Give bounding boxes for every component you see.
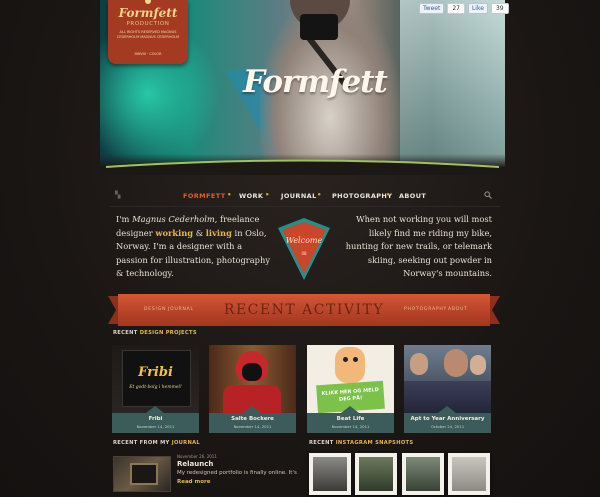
welcome-diamond: Welcome 08 <box>278 218 330 280</box>
highlight-working: working <box>155 227 194 238</box>
nav-separator: • <box>227 191 232 199</box>
intro-right-text: When not working you will most likely fi… <box>345 214 492 278</box>
instagram-photo[interactable] <box>448 453 490 495</box>
nav-separator: • <box>386 191 391 199</box>
instagram-photo[interactable] <box>402 453 444 495</box>
camera-shape <box>300 14 338 40</box>
project-card-beat-life[interactable]: KLIKK HER OG MELD DEG PÅ! Beat Life Nove… <box>307 345 394 433</box>
main-nav: ▚ FORMFETT • WORK • JOURNAL • PHOTOGRAPH… <box>115 190 495 202</box>
instagram-photo[interactable] <box>355 453 397 495</box>
search-icon[interactable] <box>484 191 492 199</box>
project-caption: Apt to Year Anniversary October 24, 2011 <box>404 413 491 433</box>
project-card-salte-bockere[interactable]: Salte Bockere November 14, 2011 <box>209 345 296 433</box>
journal-date: November 26, 2011 <box>177 454 217 459</box>
read-more-link[interactable]: Read more <box>177 479 210 485</box>
hero-curve <box>100 159 505 175</box>
like-count: 39 <box>490 3 509 14</box>
project-thumb <box>209 345 296 413</box>
site-logo[interactable]: Formfett <box>243 64 388 108</box>
fribi-logo-text: Fribi <box>138 365 173 380</box>
author-name: Magnus Cederholm <box>132 214 215 224</box>
nav-divider <box>110 206 500 207</box>
social-buttons: Tweet 27 Like 39 <box>419 3 509 14</box>
welcome-sub: 08 <box>301 251 307 256</box>
journal-label: RECENT FROM MY JOURNAL <box>113 440 201 446</box>
nav-item-about[interactable]: ABOUT <box>399 192 426 200</box>
tweet-count: 27 <box>447 3 465 14</box>
badge-subtitle: PRODUCTION <box>126 21 170 27</box>
journal-thumb[interactable] <box>113 456 171 492</box>
highlight-living: living <box>205 227 232 238</box>
badge-lines: ALL RIGHTS RESERVED MAGNUS CEDERHOLM MAG… <box>116 30 180 39</box>
journal-excerpt: My redesigned portfolio is finally onlin… <box>177 470 297 476</box>
project-thumb: Fribi Et godt-bolg i hemmel! <box>112 345 199 413</box>
nav-item-photography[interactable]: PHOTOGRAPHY <box>332 192 392 200</box>
project-card-anniversary[interactable]: Apt to Year Anniversary October 24, 2011 <box>404 345 491 433</box>
project-caption: Fribi November 14, 2011 <box>112 413 199 433</box>
nav-item-work[interactable]: WORK <box>239 192 263 200</box>
nav-item-formfett[interactable]: FORMFETT <box>183 192 226 200</box>
project-thumb <box>404 345 491 413</box>
journal-title[interactable]: Relaunch <box>177 460 213 468</box>
nav-separator: • <box>317 191 322 199</box>
welcome-text: Welcome <box>286 236 323 245</box>
project-caption: Beat Life November 14, 2011 <box>307 413 394 433</box>
banner-link-photography[interactable]: PHOTOGRAPHY <box>404 307 447 312</box>
banner-link-about[interactable]: ABOUT <box>448 307 468 312</box>
instagram-photo[interactable] <box>309 453 351 495</box>
like-button[interactable]: Like <box>467 3 488 14</box>
badge-title: Formfett <box>118 6 178 20</box>
tweet-button[interactable]: Tweet <box>419 3 445 14</box>
recent-activity-banner: DESIGN JOURNAL RECENT ACTIVITY PHOTOGRAP… <box>108 294 500 326</box>
project-thumb: KLIKK HER OG MELD DEG PÅ! <box>307 345 394 414</box>
instagram-label: RECENT INSTAGRAM SNAPSHOTS <box>309 440 414 446</box>
project-caption: Salte Bockere November 14, 2011 <box>209 413 296 433</box>
nav-marker-icon: ▚ <box>115 191 121 199</box>
nav-item-journal[interactable]: JOURNAL <box>281 192 317 200</box>
intro-left-text: I'm Magnus Cederholm, freelance designer… <box>116 214 271 278</box>
badge-footer: MMVIII · COLOR <box>134 52 162 56</box>
nav-separator: • <box>265 191 270 199</box>
production-badge: Formfett PRODUCTION ALL RIGHTS RESERVED … <box>108 0 188 64</box>
projects-label: RECENT DESIGN PROJECTS <box>113 330 197 336</box>
project-card-fribi[interactable]: Fribi Et godt-bolg i hemmel! Fribi Novem… <box>112 345 199 433</box>
